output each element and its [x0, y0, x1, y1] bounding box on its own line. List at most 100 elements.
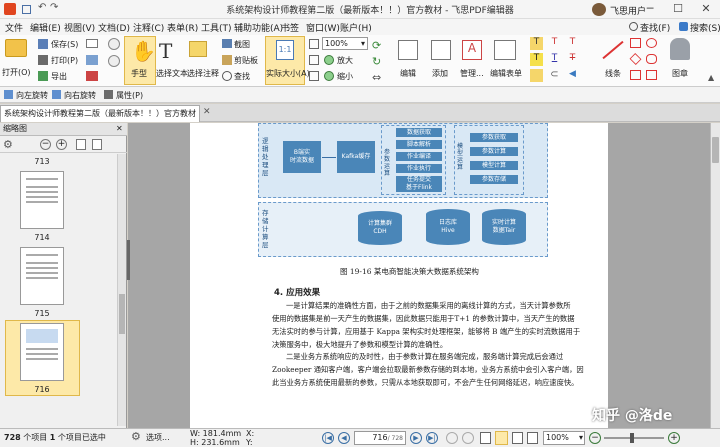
history-back-icon[interactable] — [446, 432, 458, 444]
thumbnail-zoom-in-icon[interactable]: + — [56, 139, 67, 150]
history-forward-icon[interactable] — [462, 432, 474, 444]
thumbnail-delete-icon[interactable] — [92, 139, 102, 150]
qat-redo-icon[interactable]: ↷ — [50, 2, 58, 13]
textbox-icon[interactable]: T — [548, 37, 561, 50]
next-page-icon[interactable]: ▶ — [410, 432, 422, 444]
panel-splitter[interactable] — [127, 240, 130, 280]
navigate-icon[interactable]: ⇔ — [372, 71, 381, 84]
maximize-button[interactable]: ☐ — [664, 0, 692, 19]
menu-form[interactable]: 表单(R) — [167, 21, 198, 34]
manage-button[interactable]: 管理... — [460, 68, 484, 79]
panel-close-icon[interactable]: ✕ — [116, 123, 123, 135]
fit-page-icon[interactable] — [309, 71, 319, 81]
circle-icon[interactable] — [646, 38, 657, 48]
menu-edit[interactable]: 编辑(E) — [30, 21, 61, 34]
mail-icon[interactable] — [86, 39, 98, 48]
save-button[interactable]: 保存(S) — [51, 39, 78, 50]
menu-window[interactable]: 窗口(W) — [306, 21, 340, 34]
thumbnail-page-716[interactable] — [20, 323, 64, 381]
screenshot-button[interactable]: 截图 — [234, 39, 250, 50]
pencil-icon[interactable] — [630, 70, 641, 80]
refresh-icon[interactable]: ↻ — [372, 55, 381, 68]
thumbnail-options-icon[interactable]: ⚙ — [3, 138, 13, 151]
thumbnail-page-714[interactable] — [20, 171, 64, 229]
rotate-right-button[interactable]: 向左旋转 — [16, 90, 48, 101]
polygon-icon[interactable] — [629, 53, 642, 65]
continuous-page-icon[interactable] — [495, 431, 508, 445]
two-page-icon[interactable] — [512, 432, 523, 444]
single-page-icon[interactable] — [480, 432, 491, 444]
prev-page-icon[interactable]: ◀ — [338, 432, 350, 444]
zoom-select[interactable]: 100% ▾ — [322, 37, 368, 50]
zoom-in-button[interactable]: 放大 — [337, 55, 353, 66]
menu-account[interactable]: 账户(H) — [340, 21, 372, 34]
note-icon[interactable] — [530, 69, 543, 82]
nav-back-icon[interactable] — [108, 38, 120, 50]
menu-view[interactable]: 视图(V) — [64, 21, 95, 34]
find-button[interactable]: 查找(F) — [640, 21, 670, 34]
fit-width-icon[interactable] — [309, 55, 319, 65]
eraser-icon[interactable] — [646, 70, 657, 80]
search-button[interactable]: 搜索(S) — [690, 21, 720, 34]
first-page-icon[interactable]: |◀ — [322, 432, 334, 444]
two-page-continuous-icon[interactable] — [527, 432, 538, 444]
pdf-page[interactable]: 逻辑处理层 存储计算层 B端实 时流数据 Kafka缓存 参数运算 数据获取 脚… — [190, 123, 608, 428]
qat-save-icon[interactable] — [22, 5, 31, 14]
properties-button[interactable]: 属性(P) — [116, 90, 143, 101]
status-zoom-select[interactable]: 100% ▾ — [543, 431, 585, 445]
find-tool-button[interactable]: 查找 — [234, 71, 250, 82]
close-button[interactable]: ✕ — [692, 0, 720, 19]
strikeout-icon[interactable]: T — [566, 53, 579, 66]
clipboard-button[interactable]: 剪贴板 — [234, 55, 258, 66]
page-number-input[interactable]: 716/ 728 — [354, 431, 406, 445]
attach-icon[interactable]: ⊂ — [548, 69, 561, 82]
menu-bookmark[interactable]: 书签 — [281, 21, 299, 34]
nav-forward-icon[interactable] — [108, 55, 120, 67]
typewriter-icon[interactable]: T — [530, 37, 543, 50]
rotate-icon[interactable]: ⟳ — [372, 39, 381, 52]
last-page-icon[interactable]: ▶| — [426, 432, 438, 444]
tab-document[interactable]: 系统架构设计师教程第二版（最新版本！！）官方教材 — [0, 105, 200, 122]
menu-tools[interactable]: 工具(T) — [201, 21, 232, 34]
scan-icon[interactable] — [86, 55, 98, 65]
minimize-button[interactable]: ─ — [636, 0, 664, 19]
options-button[interactable]: 选项... — [146, 432, 170, 443]
add-button[interactable]: 添加 — [432, 68, 448, 79]
menu-document[interactable]: 文档(D) — [98, 21, 130, 34]
thumbnail-zoom-out-icon[interactable]: − — [40, 139, 51, 150]
callout-icon[interactable]: T — [566, 37, 579, 50]
zoom-slider[interactable] — [604, 437, 664, 439]
user-avatar[interactable] — [592, 3, 606, 16]
stamp-button[interactable]: 图章 — [672, 68, 688, 79]
page-fit-icon[interactable] — [309, 39, 319, 49]
sound-icon[interactable]: ◀ — [566, 69, 579, 82]
menu-file[interactable]: 文件 — [5, 21, 23, 34]
status-options-icon[interactable]: ⚙ — [131, 430, 141, 443]
zoom-out-button[interactable]: 缩小 — [337, 71, 353, 82]
line-button[interactable]: 线条 — [605, 68, 621, 79]
properties-small-icon[interactable] — [86, 71, 98, 81]
highlight-icon[interactable]: T — [530, 53, 543, 66]
rotate-left-button[interactable]: 向右旋转 — [64, 90, 96, 101]
open-button[interactable]: 打开(O) — [2, 67, 31, 78]
menu-accessibility[interactable]: 辅助功能(A) — [234, 21, 283, 34]
underline-icon[interactable]: T — [548, 53, 561, 66]
tab-close-icon[interactable]: ✕ — [203, 107, 211, 117]
export-button[interactable]: 导出 — [51, 71, 67, 82]
thumbnail-page-715[interactable] — [20, 247, 64, 305]
menu-comment[interactable]: 注释(C) — [133, 21, 164, 34]
document-scrollbar[interactable] — [710, 123, 720, 428]
edit-button[interactable]: 编辑 — [400, 68, 416, 79]
thumbnail-insert-icon[interactable] — [76, 139, 86, 150]
select-text-button[interactable]: 选择文本 — [156, 68, 188, 79]
status-zoom-out-icon[interactable]: − — [589, 432, 601, 444]
qat-undo-icon[interactable]: ↶ — [38, 2, 46, 13]
status-zoom-in-icon[interactable]: + — [668, 432, 680, 444]
ribbon-collapse-icon[interactable]: ▲ — [708, 73, 714, 82]
zoom-slider-thumb[interactable] — [630, 433, 634, 443]
rect-icon[interactable] — [630, 38, 641, 48]
thumbnail-scrollbar[interactable] — [117, 154, 126, 426]
edit-form-button[interactable]: 编辑表单 — [490, 68, 522, 79]
select-annot-button[interactable]: 选择注释 — [187, 68, 219, 79]
cloud-icon[interactable] — [646, 54, 657, 64]
